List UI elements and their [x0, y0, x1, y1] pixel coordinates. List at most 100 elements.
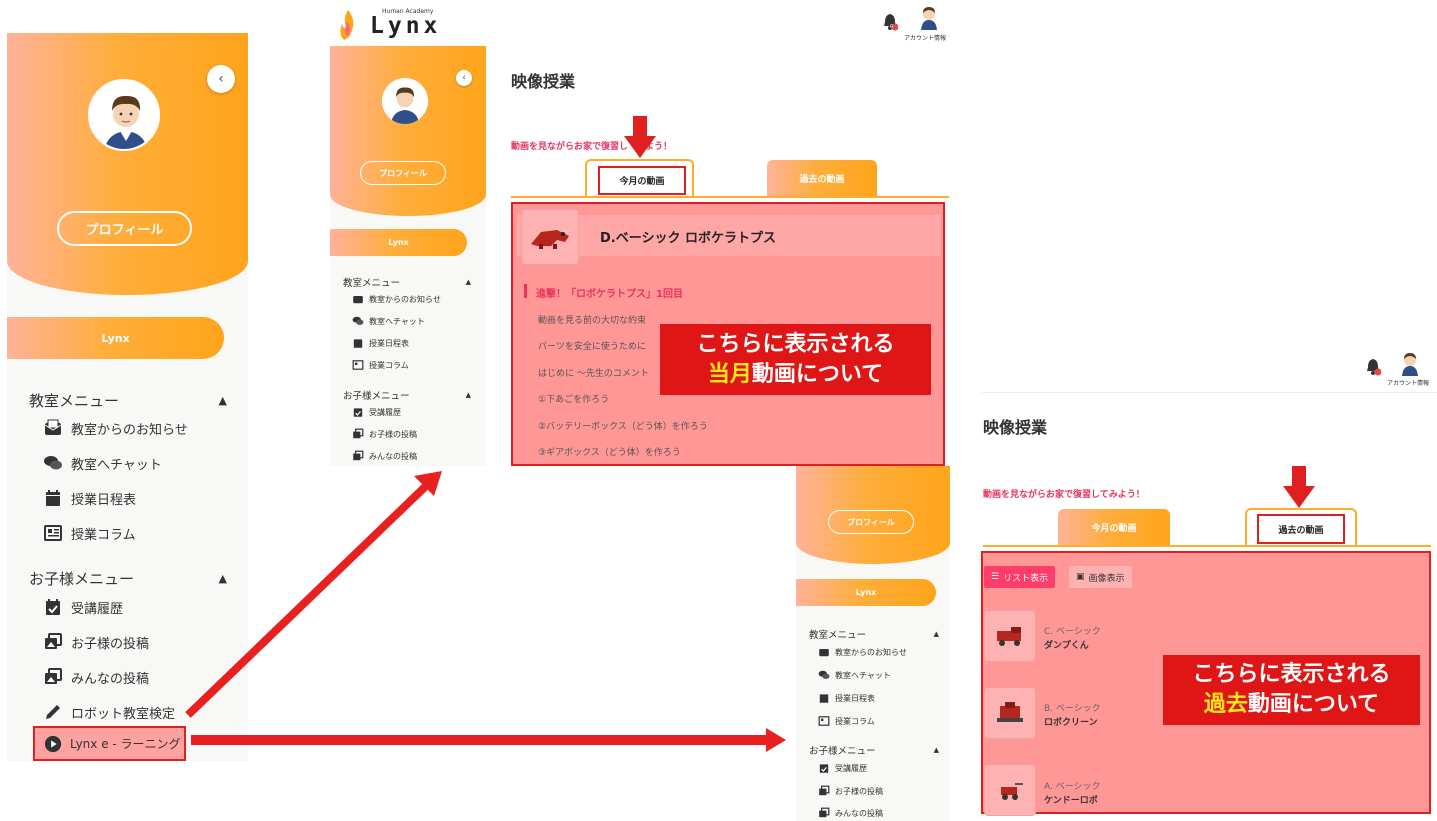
- sidebar-item-chat[interactable]: 教室へチャット: [352, 315, 425, 327]
- course-title: D.ベーシック ロボケラトプス: [600, 231, 776, 246]
- notification-bell[interactable]: [1365, 358, 1382, 380]
- collapse-triangle-icon: ▲: [218, 572, 227, 585]
- user-avatar-icon: [921, 7, 937, 30]
- tab-current-label[interactable]: 今月の動画: [598, 166, 686, 195]
- lesson-item[interactable]: 動画を見る前の大切な約束: [538, 313, 646, 326]
- avatar: [382, 78, 428, 124]
- sidebar-item-notices[interactable]: 教室からのお知らせ: [352, 293, 441, 305]
- sidebar-small: プロフィール Lynx 教室メニュー ▲ 教室からのお知らせ 教室へチャット 授…: [796, 466, 950, 821]
- newspaper-icon: [352, 359, 364, 371]
- pencil-icon: [43, 702, 63, 722]
- sidebar-item-everyone-posts[interactable]: みんなの投稿: [43, 667, 149, 687]
- lesson-item[interactable]: はじめに 〜先生のコメント: [538, 366, 649, 379]
- course-thumbnail: [521, 209, 579, 265]
- lesson-item[interactable]: ①下あごを作ろう: [538, 392, 609, 405]
- video-thumbnail[interactable]: [984, 764, 1036, 816]
- sidebar-item-label: お子様の投稿: [369, 429, 417, 439]
- video-thumbnail[interactable]: [984, 687, 1036, 739]
- child-menu-header[interactable]: お子様メニュー ▲: [343, 388, 471, 402]
- sidebar-item-child-posts[interactable]: お子様の投稿: [818, 785, 883, 797]
- image-view-button[interactable]: ▣ 画像表示: [1069, 566, 1132, 588]
- lynx-pill[interactable]: Lynx: [7, 317, 224, 359]
- lesson-item[interactable]: パーツを安全に使うために: [538, 339, 646, 352]
- horizontal-arrow: [191, 728, 786, 752]
- annotation-down-arrow: [1283, 466, 1315, 512]
- annotation-down-arrow: [624, 116, 656, 162]
- video-course: C. ベーシック: [1044, 627, 1101, 637]
- sidebar-item-schedule[interactable]: 授業日程表: [818, 692, 875, 704]
- classroom-menu-header[interactable]: 教室メニュー ▲: [809, 627, 939, 641]
- tab-past-label[interactable]: 過去の動画: [1257, 514, 1345, 544]
- sidebar-item-schedule[interactable]: 授業日程表: [352, 337, 409, 349]
- sidebar-item-notices[interactable]: 教室からのお知らせ: [43, 418, 188, 438]
- lynx-logo[interactable]: [338, 8, 358, 46]
- robot-kendo-icon: [1001, 783, 1023, 800]
- callout-highlight: 当月: [707, 361, 752, 387]
- sidebar-item-column[interactable]: 授業コラム: [352, 359, 409, 371]
- sidebar-item-label: お子様の投稿: [71, 636, 150, 652]
- sidebar-item-schedule[interactable]: 授業日程表: [43, 488, 136, 508]
- newspaper-icon: [818, 715, 830, 727]
- sidebar-item-notices[interactable]: 教室からのお知らせ: [818, 646, 907, 658]
- collapse-triangle-icon: ▲: [933, 630, 939, 638]
- classroom-menu-header[interactable]: 教室メニュー ▲: [29, 390, 227, 411]
- child-menu-header[interactable]: お子様メニュー ▲: [809, 743, 939, 757]
- video-course: B. ベーシック: [1044, 704, 1101, 714]
- sidebar-item-label: みんなの投稿: [71, 671, 150, 687]
- page-subtitle: 動画を見ながらお家で復習してみよう！: [983, 490, 1145, 500]
- video-course: A. ベーシック: [1044, 782, 1101, 792]
- chevron-left-icon: ‹: [462, 73, 466, 83]
- user-avatar-icon: [382, 78, 428, 124]
- lesson-item[interactable]: ③ギアボックス（どう体）を作ろう: [538, 445, 681, 458]
- sidebar-item-history[interactable]: 受講履歴: [43, 597, 123, 617]
- calendar-check-icon: [43, 597, 63, 617]
- photos-icon: [352, 428, 364, 440]
- sidebar-item-column[interactable]: 授業コラム: [43, 523, 136, 543]
- collapse-sidebar-button[interactable]: ‹: [456, 70, 472, 86]
- account-label[interactable]: アカウント情報: [904, 33, 946, 42]
- sidebar-item-label: みんなの投稿: [835, 808, 883, 818]
- sidebar-item-everyone-posts[interactable]: みんなの投稿: [352, 450, 417, 462]
- callout-rest: 動画について: [1247, 692, 1380, 717]
- list-view-button[interactable]: ☰ リスト表示: [984, 566, 1056, 588]
- video-name[interactable]: ダンプくん: [1044, 638, 1089, 651]
- profile-button[interactable]: プロフィール: [828, 510, 914, 534]
- video-name[interactable]: ケンドーロボ: [1044, 793, 1098, 806]
- account-avatar[interactable]: [918, 6, 940, 34]
- list-view-label: リスト表示: [1003, 573, 1049, 584]
- sidebar-item-child-posts[interactable]: お子様の投稿: [43, 632, 149, 652]
- envelope-icon: [818, 646, 830, 658]
- envelope-icon: [352, 293, 364, 305]
- collapse-triangle-icon: ▲: [465, 278, 471, 286]
- sidebar-item-history[interactable]: 受講履歴: [352, 406, 401, 418]
- sidebar-item-label: 授業コラム: [369, 360, 409, 370]
- profile-button[interactable]: プロフィール: [360, 161, 446, 185]
- collapse-sidebar-button[interactable]: ‹: [207, 65, 235, 93]
- chat-icon: [352, 315, 364, 327]
- sidebar-item-chat[interactable]: 教室へチャット: [43, 453, 162, 473]
- lynx-pill[interactable]: Lynx: [330, 229, 467, 256]
- sidebar-item-chat[interactable]: 教室へチャット: [818, 669, 891, 681]
- sidebar-item-label: 授業コラム: [835, 716, 875, 726]
- classroom-menu-header[interactable]: 教室メニュー ▲: [343, 275, 471, 289]
- child-menu-title: お子様メニュー: [809, 746, 876, 757]
- profile-button[interactable]: プロフィール: [57, 211, 192, 246]
- sidebar-medium: ‹ プロフィール Lynx 教室メニュー ▲ 教室からのお知らせ 教室へチャット…: [330, 46, 486, 466]
- lesson-item[interactable]: ②バッテリーボックス（どう体）を作ろう: [538, 419, 708, 432]
- sidebar-item-elearning[interactable]: Lynx e - ラーニング: [33, 726, 186, 761]
- video-name[interactable]: ロボクリーン: [1044, 715, 1098, 728]
- sidebar-item-history[interactable]: 受講履歴: [818, 762, 867, 774]
- tab-past[interactable]: 過去の動画: [767, 160, 877, 197]
- lynx-pill[interactable]: Lynx: [796, 579, 936, 606]
- brand-name: Lynx: [370, 13, 442, 39]
- account-label[interactable]: アカウント情報: [1387, 378, 1429, 387]
- video-thumbnail[interactable]: [984, 610, 1036, 662]
- child-menu-header[interactable]: お子様メニュー ▲: [29, 568, 227, 589]
- account-avatar[interactable]: [1399, 352, 1421, 380]
- sidebar-item-column[interactable]: 授業コラム: [818, 715, 875, 727]
- sidebar-item-everyone-posts[interactable]: みんなの投稿: [818, 807, 883, 819]
- tab-current-month[interactable]: 今月の動画: [1058, 509, 1170, 546]
- page-title: 映像授業: [511, 72, 576, 91]
- sidebar-item-robot-exam[interactable]: ロボット教室検定: [43, 702, 175, 722]
- sidebar-item-child-posts[interactable]: お子様の投稿: [352, 428, 417, 440]
